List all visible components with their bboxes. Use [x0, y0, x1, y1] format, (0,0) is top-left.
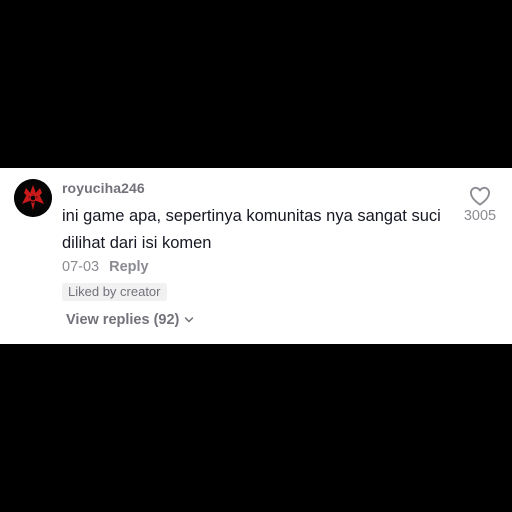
view-replies-label: View replies (92): [66, 312, 180, 328]
comment-meta: 07-03 Reply: [62, 259, 149, 275]
comment-username[interactable]: royuciha246: [62, 180, 145, 196]
liked-by-creator-badge: Liked by creator: [62, 283, 167, 301]
view-replies-button[interactable]: View replies (92): [66, 312, 194, 328]
like-section: 3005: [455, 186, 505, 224]
comment-card: royuciha246 ini game apa, sepertinya kom…: [0, 168, 512, 344]
video-frame: royuciha246 ini game apa, sepertinya kom…: [0, 0, 512, 512]
reply-button[interactable]: Reply: [109, 259, 149, 275]
comment-date: 07-03: [62, 259, 100, 275]
heart-outline-icon[interactable]: [469, 186, 491, 206]
chevron-down-icon: [184, 312, 194, 328]
comment-text: ini game apa, sepertinya komunitas nya s…: [62, 207, 441, 252]
sharingan-icon: [14, 179, 52, 217]
avatar[interactable]: [14, 179, 52, 217]
like-count: 3005: [463, 208, 497, 224]
